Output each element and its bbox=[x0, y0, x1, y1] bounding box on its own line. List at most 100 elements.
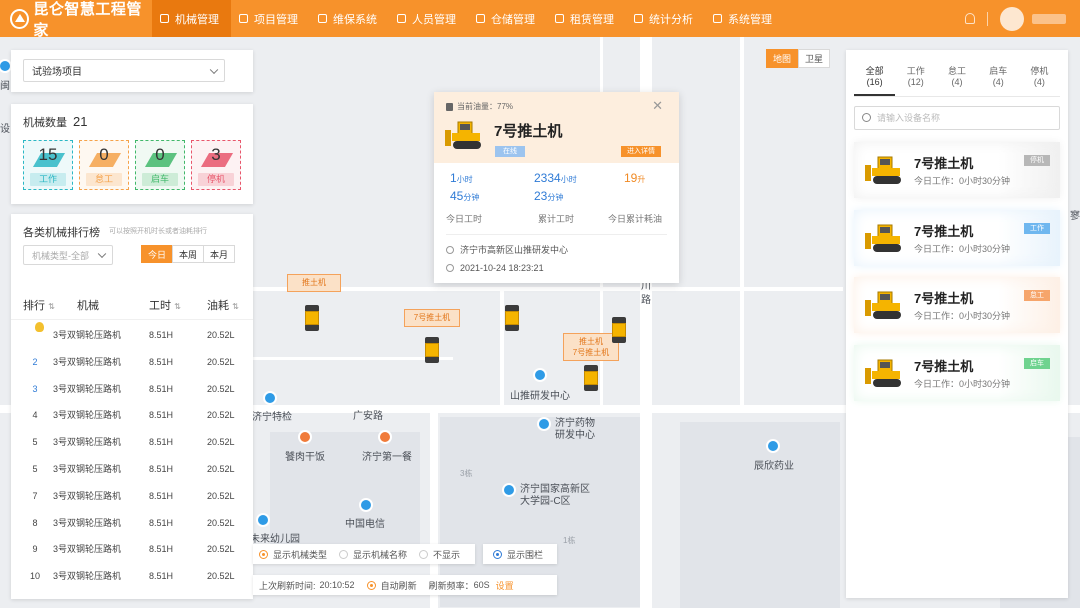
time-text: 2021-10-24 18:23:21 bbox=[460, 263, 544, 273]
machine-count-panel: 机械数量 21 15 工作 0 怠工 0 启车 3 停机 bbox=[11, 104, 253, 204]
hours-header[interactable]: 工时 ⇅ bbox=[149, 292, 181, 321]
show-type-option[interactable]: 显示机械类型 bbox=[259, 548, 327, 561]
table-row[interactable]: 8 3号双钢轮压路机 8.51H 20.52L bbox=[11, 510, 253, 537]
table-row[interactable]: 3 3号双钢轮压路机 8.51H 20.52L bbox=[11, 376, 253, 403]
auto-refresh-option[interactable]: 自动刷新 bbox=[366, 579, 417, 592]
rank-cell: 2 bbox=[25, 349, 45, 376]
machine-marker[interactable] bbox=[305, 305, 319, 331]
app-title: 昆仑智慧工程管家 bbox=[33, 0, 142, 39]
nav-item[interactable]: 仓储管理 bbox=[468, 0, 547, 37]
stats-icon bbox=[634, 14, 643, 23]
table-row[interactable]: 3号双钢轮压路机 8.51H 20.52L bbox=[11, 322, 253, 349]
show-fence-option[interactable]: 显示围栏 bbox=[493, 548, 543, 561]
bell-icon[interactable] bbox=[965, 13, 975, 24]
period-tab[interactable]: 今日 bbox=[141, 245, 173, 263]
bulldozer-icon bbox=[864, 288, 906, 325]
machine-marker[interactable] bbox=[612, 317, 626, 343]
table-row[interactable]: 2 3号双钢轮压路机 8.51H 20.52L bbox=[11, 349, 253, 376]
satellite-view-button[interactable]: 卫星 bbox=[798, 49, 830, 68]
table-row[interactable]: 4 3号双钢轮压路机 8.51H 20.52L bbox=[11, 402, 253, 429]
table-row[interactable]: 5 3号双钢轮压路机 8.51H 20.52L bbox=[11, 456, 253, 483]
user-name[interactable] bbox=[1032, 13, 1066, 24]
poi-marker[interactable] bbox=[378, 430, 392, 444]
nav-item[interactable]: 机械管理 bbox=[152, 0, 231, 37]
poi-marker[interactable] bbox=[359, 498, 373, 512]
poi-marker[interactable] bbox=[263, 391, 277, 405]
period-tab[interactable]: 本周 bbox=[172, 245, 204, 263]
machine-map-tag[interactable]: 推土机 bbox=[287, 274, 341, 292]
poi-marker[interactable] bbox=[256, 513, 270, 527]
status-tab[interactable]: 启车 (4) bbox=[978, 66, 1019, 96]
poi-marker[interactable] bbox=[537, 417, 551, 431]
nav-item[interactable]: 租赁管理 bbox=[547, 0, 626, 37]
status-count-box[interactable]: 0 怠工 bbox=[79, 140, 129, 190]
map-road bbox=[253, 357, 453, 360]
enter-detail-button[interactable]: 进入详情 bbox=[621, 146, 661, 157]
project-select[interactable]: 试验场项目 bbox=[23, 59, 225, 82]
machine-card[interactable]: 7号推土机 今日工作：0小时30分钟 停机 bbox=[854, 142, 1060, 198]
status-tab[interactable]: 全部 (16) bbox=[854, 66, 896, 96]
poi-marker[interactable] bbox=[298, 430, 312, 444]
poi-marker[interactable] bbox=[533, 368, 547, 382]
machine-card[interactable]: 7号推土机 今日工作：0小时30分钟 启车 bbox=[854, 344, 1060, 401]
machine-card-worktime: 今日工作：0小时30分钟 bbox=[914, 243, 1011, 254]
nav-item[interactable]: 维保系统 bbox=[310, 0, 389, 37]
nav-item-label: 项目管理 bbox=[254, 13, 298, 26]
nav-item[interactable]: 系统管理 bbox=[705, 0, 784, 37]
refresh-settings-link[interactable]: 设置 bbox=[496, 579, 514, 592]
bulldozer-icon bbox=[864, 153, 906, 190]
status-tab[interactable]: 工作 (12) bbox=[895, 66, 936, 96]
machine-count-title: 机械数量 21 bbox=[23, 114, 87, 130]
stat-unit: 小时 bbox=[560, 175, 577, 184]
oil-header[interactable]: 油耗 ⇅ bbox=[207, 292, 239, 321]
oil-cell: 20.52L bbox=[207, 383, 235, 394]
hours-cell: 8.51H bbox=[149, 356, 174, 367]
map-label: 1栋 bbox=[563, 536, 576, 545]
device-search-input[interactable]: 请输入设备名称 bbox=[854, 106, 1060, 130]
nav-item[interactable]: 项目管理 bbox=[231, 0, 310, 37]
map-label: 未来幼儿园 bbox=[250, 534, 300, 545]
machine-type-placeholder: 机械类型-全部 bbox=[32, 250, 89, 261]
period-tab[interactable]: 本月 bbox=[203, 245, 235, 263]
map-view-button[interactable]: 地图 bbox=[766, 49, 798, 68]
table-row[interactable]: 10 3号双钢轮压路机 8.51H 20.52L bbox=[11, 563, 253, 590]
table-row[interactable]: 9 3号双钢轮压路机 8.51H 20.52L bbox=[11, 536, 253, 563]
stat-value: 2334 bbox=[534, 171, 561, 185]
rank-cell: 4 bbox=[25, 402, 45, 429]
machine-card[interactable]: 7号推土机 今日工作：0小时30分钟 怠工 bbox=[854, 277, 1060, 333]
avatar[interactable] bbox=[1000, 6, 1024, 31]
status-count-box[interactable]: 15 工作 bbox=[23, 140, 73, 190]
machine-map-tag[interactable]: 推土机 7号推土机 bbox=[563, 333, 619, 361]
ranking-title: 各类机械排行榜 bbox=[23, 227, 100, 239]
status-count-box[interactable]: 3 停机 bbox=[191, 140, 241, 190]
location-text: 济宁市高新区山推研发中心 bbox=[460, 245, 569, 255]
map-label: 济宁第一餐 bbox=[362, 452, 412, 463]
status-count-box[interactable]: 0 启车 bbox=[135, 140, 185, 190]
table-row[interactable]: 7 3号双钢轮压路机 8.51H 20.52L bbox=[11, 483, 253, 510]
status-label: 停机 bbox=[198, 173, 234, 186]
nav-item[interactable]: 统计分析 bbox=[626, 0, 705, 37]
close-icon[interactable]: ✕ bbox=[652, 98, 663, 114]
rank-header[interactable]: 排行 ⇅ bbox=[23, 292, 55, 321]
nav-item[interactable]: 人员管理 bbox=[389, 0, 468, 37]
table-row[interactable]: 5 3号双钢轮压路机 8.51H 20.52L bbox=[11, 429, 253, 456]
show-name-option[interactable]: 显示机械名称 bbox=[339, 548, 407, 561]
machine-card[interactable]: 7号推土机 今日工作：0小时30分钟 工作 bbox=[854, 209, 1060, 266]
machine-marker[interactable] bbox=[584, 365, 598, 391]
hide-option[interactable]: 不显示 bbox=[419, 548, 460, 561]
poi-marker[interactable] bbox=[502, 483, 516, 497]
fuel-icon bbox=[446, 102, 453, 111]
machine-type-select[interactable]: 机械类型-全部 bbox=[23, 245, 113, 265]
status-tab[interactable]: 停机 (4) bbox=[1019, 66, 1060, 96]
machine-marker[interactable] bbox=[505, 305, 519, 331]
status-tab[interactable]: 怠工 (4) bbox=[936, 66, 977, 96]
nav-item-label: 维保系统 bbox=[333, 13, 377, 26]
machine-card-name: 7号推土机 bbox=[914, 223, 974, 239]
app-logo[interactable]: 昆仑智慧工程管家 bbox=[0, 0, 152, 39]
machine-marker[interactable] bbox=[425, 337, 439, 363]
option-label: 显示围栏 bbox=[507, 549, 544, 560]
machine-map-tag[interactable]: 7号推土机 bbox=[404, 309, 460, 327]
poi-marker[interactable] bbox=[766, 439, 780, 453]
rank-number: 7 bbox=[32, 490, 38, 501]
refresh-frequency-label: 刷新频率： bbox=[428, 580, 474, 591]
